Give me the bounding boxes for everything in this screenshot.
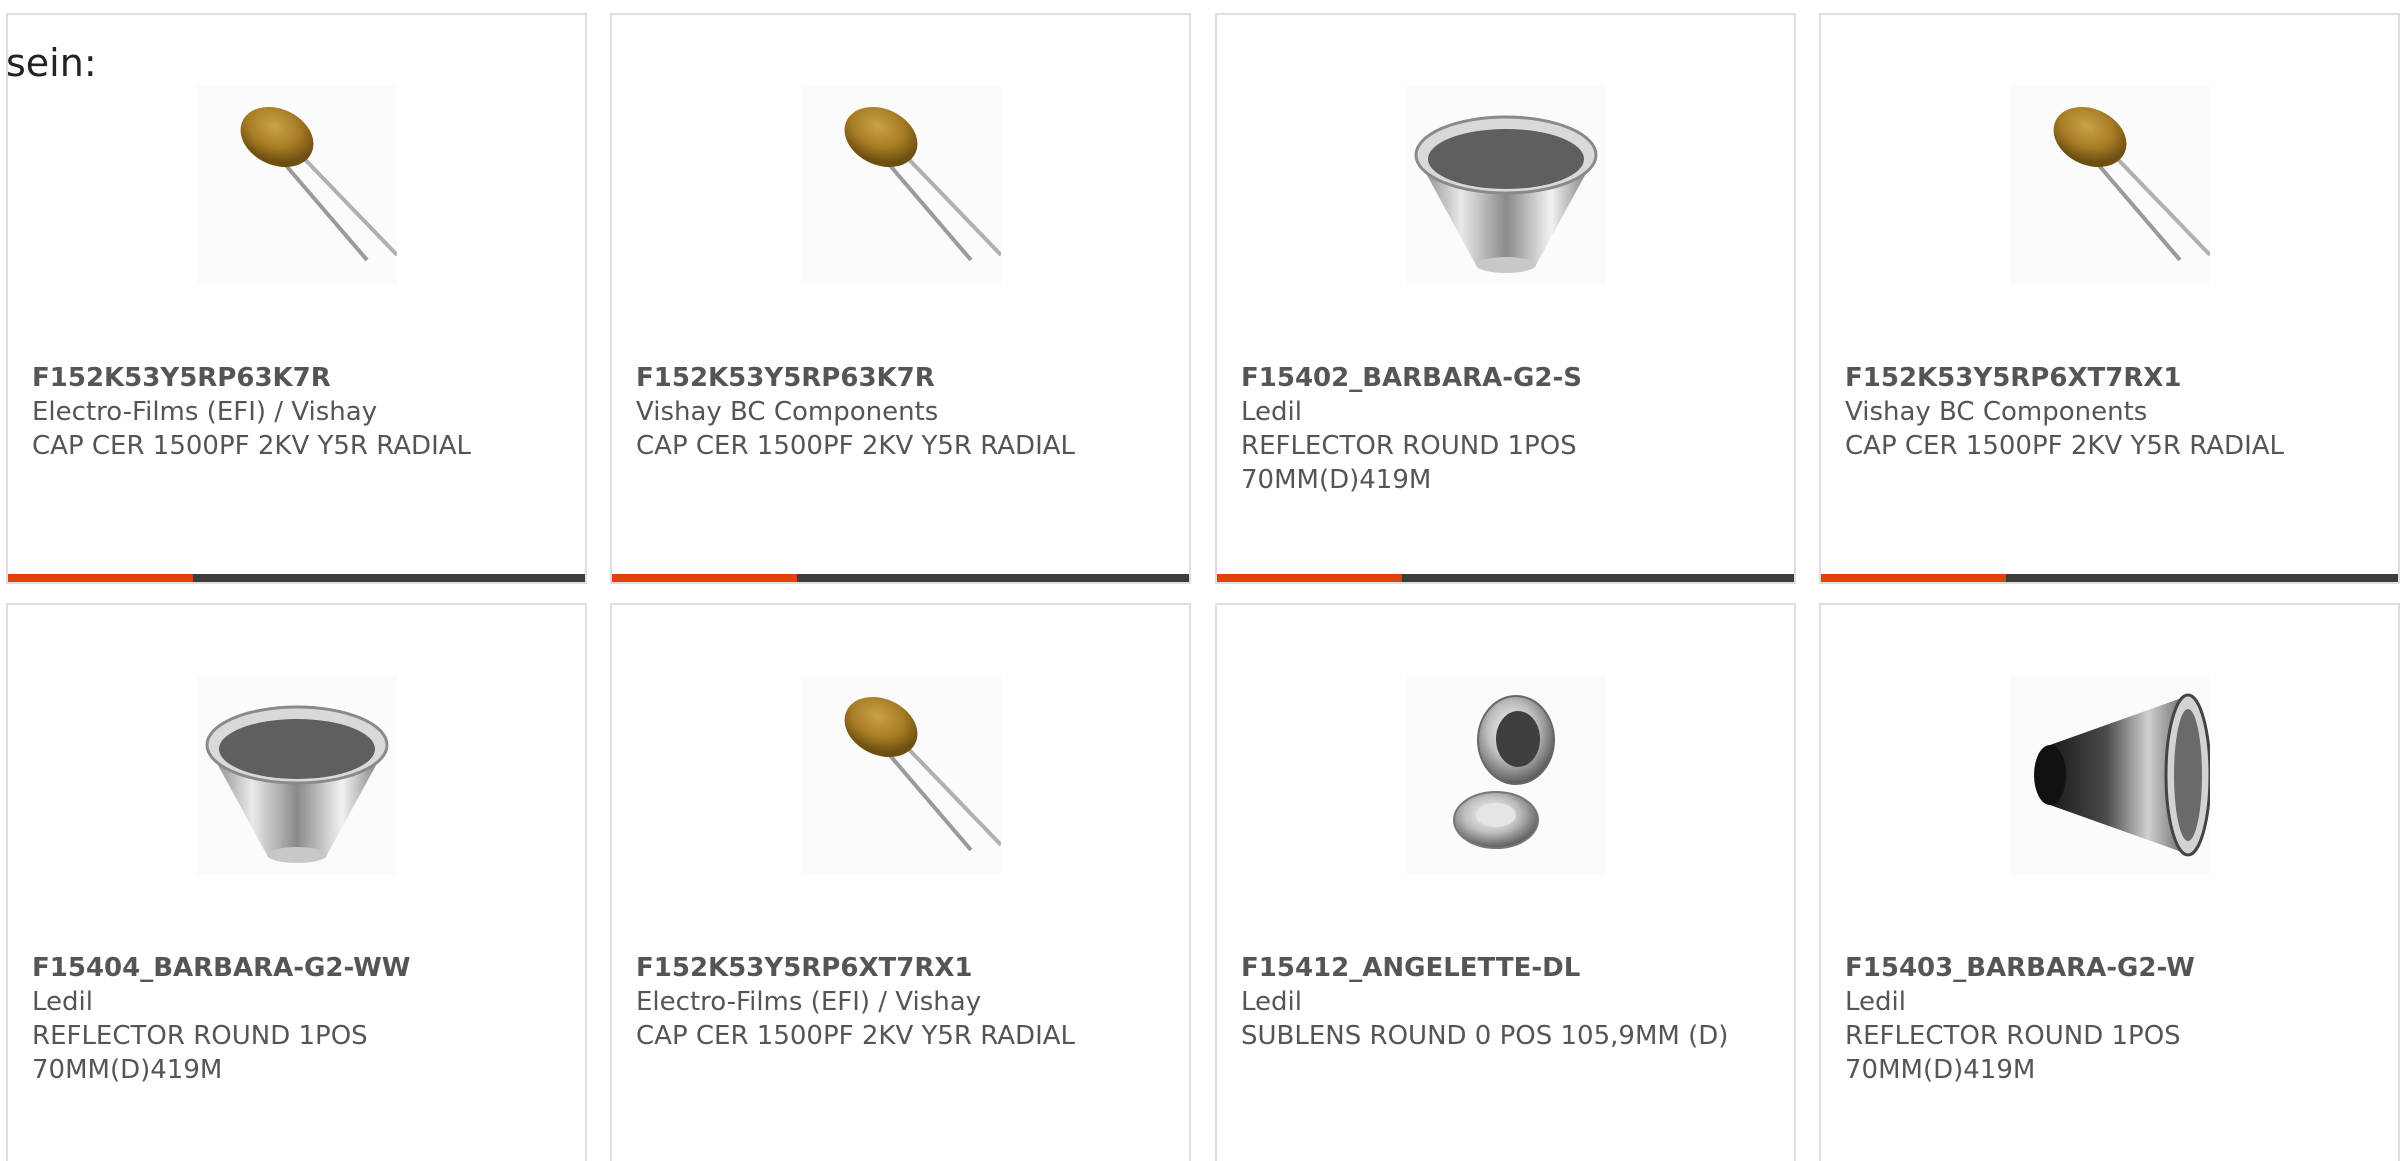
progress-fill bbox=[1217, 574, 1402, 582]
product-info: F152K53Y5RP6XT7RX1 Vishay BC Components … bbox=[1845, 361, 2374, 463]
product-info: F15404_BARBARA-G2-WW Ledil REFLECTOR ROU… bbox=[32, 951, 561, 1087]
progress-bar bbox=[612, 574, 1189, 582]
progress-fill bbox=[8, 574, 193, 582]
ceramic-capacitor-icon bbox=[800, 675, 1001, 875]
progress-bar bbox=[1821, 574, 2398, 582]
manufacturer: Vishay BC Components bbox=[636, 397, 939, 427]
manufacturer: Electro-Films (EFI) / Vishay bbox=[636, 987, 982, 1017]
reflector-icon bbox=[196, 675, 397, 875]
part-number[interactable]: F15403_BARBARA-G2-W bbox=[1845, 951, 2374, 985]
product-card[interactable]: F15402_BARBARA-G2-S Ledil REFLECTOR ROUN… bbox=[1215, 13, 1796, 584]
description: REFLECTOR ROUND 1POS 70MM(D)419M bbox=[32, 1021, 368, 1085]
product-info: F15403_BARBARA-G2-W Ledil REFLECTOR ROUN… bbox=[1845, 951, 2374, 1087]
description: CAP CER 1500PF 2KV Y5R RADIAL bbox=[1845, 431, 2285, 461]
description: CAP CER 1500PF 2KV Y5R RADIAL bbox=[32, 431, 472, 461]
manufacturer: Ledil bbox=[1241, 987, 1302, 1017]
product-card[interactable]: F15404_BARBARA-G2-WW Ledil REFLECTOR ROU… bbox=[6, 603, 587, 1161]
product-grid: F152K53Y5RP63K7R Electro-Films (EFI) / V… bbox=[0, 0, 2400, 1161]
product-info: F15402_BARBARA-G2-S Ledil REFLECTOR ROUN… bbox=[1241, 361, 1770, 497]
ceramic-capacitor-icon bbox=[800, 85, 1001, 285]
manufacturer: Electro-Films (EFI) / Vishay bbox=[32, 397, 378, 427]
page: sein: F152K53Y5RP63K7R Electro-Films (EF… bbox=[0, 0, 2400, 1161]
part-number[interactable]: F15412_ANGELETTE-DL bbox=[1241, 951, 1770, 985]
product-info: F152K53Y5RP63K7R Vishay BC Components CA… bbox=[636, 361, 1165, 463]
product-card[interactable]: F152K53Y5RP63K7R Vishay BC Components CA… bbox=[610, 13, 1191, 584]
description: CAP CER 1500PF 2KV Y5R RADIAL bbox=[636, 1021, 1076, 1051]
product-card[interactable]: F15412_ANGELETTE-DL Ledil SUBLENS ROUND … bbox=[1215, 603, 1796, 1161]
manufacturer: Vishay BC Components bbox=[1845, 397, 2148, 427]
manufacturer: Ledil bbox=[1845, 987, 1906, 1017]
product-card[interactable]: F152K53Y5RP63K7R Electro-Films (EFI) / V… bbox=[6, 13, 587, 584]
product-card[interactable]: F152K53Y5RP6XT7RX1 Electro-Films (EFI) /… bbox=[610, 603, 1191, 1161]
manufacturer: Ledil bbox=[32, 987, 93, 1017]
product-card[interactable]: F15403_BARBARA-G2-W Ledil REFLECTOR ROUN… bbox=[1819, 603, 2400, 1161]
progress-fill bbox=[1821, 574, 2006, 582]
black-reflector-icon bbox=[2009, 675, 2210, 875]
reflector-icon bbox=[1405, 85, 1606, 285]
manufacturer: Ledil bbox=[1241, 397, 1302, 427]
sublens-icon bbox=[1405, 675, 1606, 875]
ceramic-capacitor-icon bbox=[2009, 85, 2210, 285]
part-number[interactable]: F15404_BARBARA-G2-WW bbox=[32, 951, 561, 985]
part-number[interactable]: F152K53Y5RP6XT7RX1 bbox=[636, 951, 1165, 985]
product-info: F15412_ANGELETTE-DL Ledil SUBLENS ROUND … bbox=[1241, 951, 1770, 1053]
description: SUBLENS ROUND 0 POS 105,9MM (D) bbox=[1241, 1021, 1729, 1051]
product-info: F152K53Y5RP63K7R Electro-Films (EFI) / V… bbox=[32, 361, 561, 463]
part-number[interactable]: F15402_BARBARA-G2-S bbox=[1241, 361, 1770, 395]
ceramic-capacitor-icon bbox=[196, 85, 397, 285]
part-number[interactable]: F152K53Y5RP6XT7RX1 bbox=[1845, 361, 2374, 395]
product-info: F152K53Y5RP6XT7RX1 Electro-Films (EFI) /… bbox=[636, 951, 1165, 1053]
description: REFLECTOR ROUND 1POS 70MM(D)419M bbox=[1845, 1021, 2181, 1085]
product-card[interactable]: F152K53Y5RP6XT7RX1 Vishay BC Components … bbox=[1819, 13, 2400, 584]
progress-bar bbox=[1217, 574, 1794, 582]
description: CAP CER 1500PF 2KV Y5R RADIAL bbox=[636, 431, 1076, 461]
progress-bar bbox=[8, 574, 585, 582]
progress-fill bbox=[612, 574, 797, 582]
part-number[interactable]: F152K53Y5RP63K7R bbox=[636, 361, 1165, 395]
intro-text: sein: bbox=[6, 41, 97, 85]
description: REFLECTOR ROUND 1POS 70MM(D)419M bbox=[1241, 431, 1577, 495]
part-number[interactable]: F152K53Y5RP63K7R bbox=[32, 361, 561, 395]
